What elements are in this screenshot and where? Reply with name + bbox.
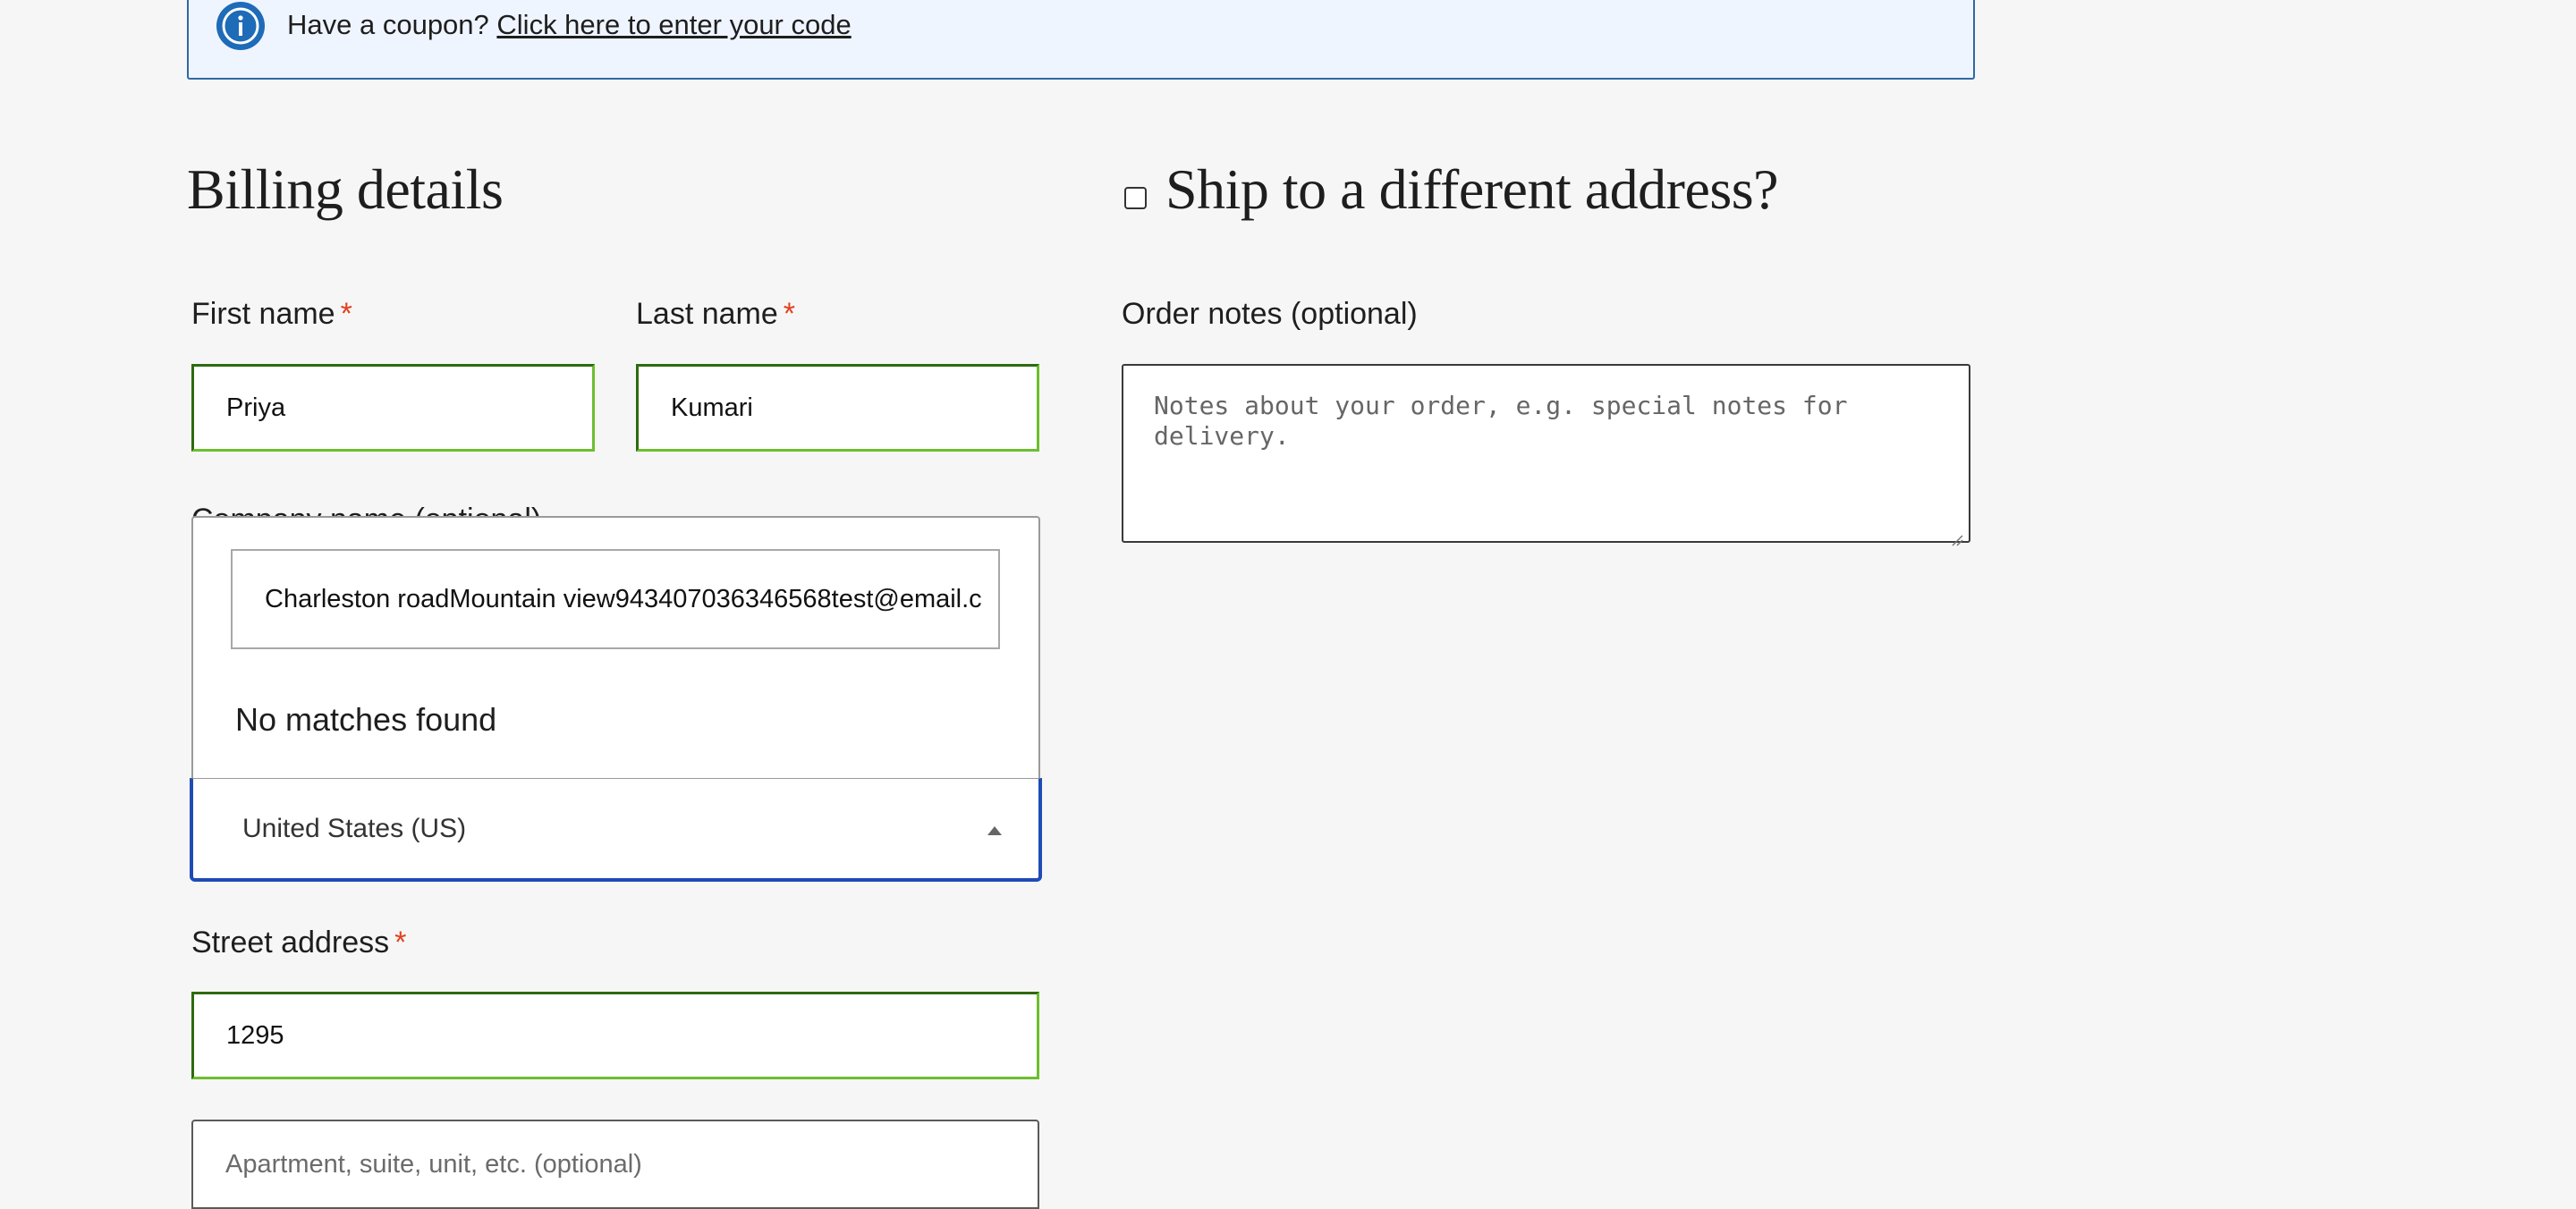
street-address-input[interactable]: 1295 xyxy=(191,992,1039,1079)
last-name-label: Last name * xyxy=(636,296,795,332)
street-address-label-text: Street address xyxy=(191,926,390,960)
country-select[interactable]: United States (US) xyxy=(190,778,1042,882)
info-icon xyxy=(215,0,267,52)
no-matches-message: No matches found xyxy=(235,701,497,738)
required-asterisk: * xyxy=(783,297,795,331)
required-asterisk: * xyxy=(340,297,352,331)
caret-up-icon[interactable] xyxy=(987,826,1002,835)
street-address-label: Street address * xyxy=(191,925,406,960)
first-name-label: First name * xyxy=(191,296,352,332)
order-notes-placeholder: Notes about your order, e.g. special not… xyxy=(1154,391,1848,451)
country-selected-value: United States (US) xyxy=(242,813,467,843)
coupon-prompt: Have a coupon? xyxy=(287,9,489,40)
order-notes-textarea[interactable]: Notes about your order, e.g. special not… xyxy=(1122,364,1970,546)
enter-coupon-link[interactable]: Click here to enter your code xyxy=(496,9,851,40)
last-name-label-text: Last name xyxy=(636,297,778,331)
ship-to-different-address-heading[interactable]: Ship to a different address? xyxy=(1165,154,1779,225)
first-name-input[interactable]: Priya xyxy=(191,364,595,452)
ship-to-different-address-checkbox[interactable] xyxy=(1124,187,1147,209)
country-search-input[interactable]: Charleston roadMountain view943407036346… xyxy=(231,549,1000,649)
coupon-message: Have a coupon? Click here to enter your … xyxy=(287,8,852,42)
resize-handle-icon[interactable] xyxy=(1951,523,1963,546)
order-notes-label: Order notes (optional) xyxy=(1122,297,1418,331)
first-name-label-text: First name xyxy=(191,297,335,331)
required-asterisk: * xyxy=(394,926,407,960)
last-name-input[interactable]: Kumari xyxy=(636,364,1039,452)
apartment-input[interactable]: Apartment, suite, unit, etc. (optional) xyxy=(191,1120,1039,1209)
billing-details-heading: Billing details xyxy=(187,157,504,221)
